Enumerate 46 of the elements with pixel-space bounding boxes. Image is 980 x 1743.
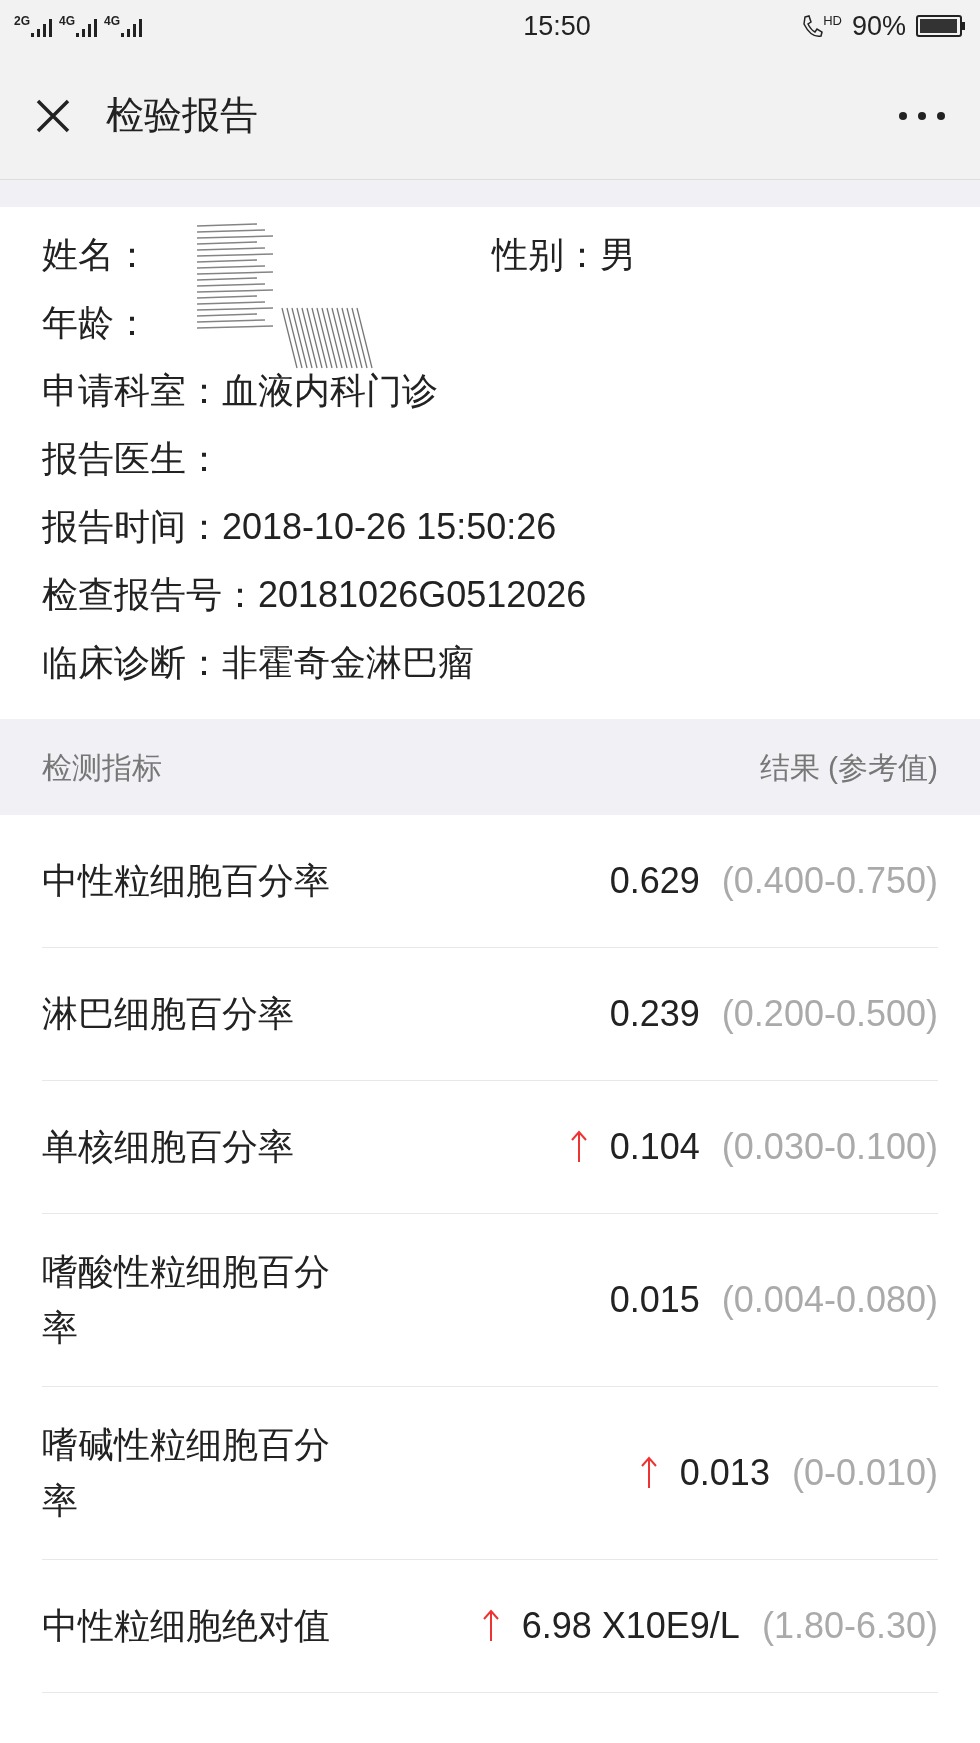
result-value: 0.015 (609, 1278, 700, 1322)
indicator-name: 嗜酸性粒细胞百分率 (42, 1250, 331, 1350)
call-label: HD (823, 14, 842, 27)
battery-percent: 90% (851, 9, 906, 43)
result-value: 0.104 (609, 1125, 700, 1169)
battery-icon (916, 14, 966, 38)
result-value: 6.98 X10E9/L (521, 1604, 740, 1648)
field-label: 报告时间： (42, 505, 222, 549)
reference-range: (0.004-0.080) (721, 1278, 938, 1322)
name-label: 姓名： (42, 233, 151, 277)
field-label: 报告医生： (42, 437, 222, 481)
indicator-name: 单核细胞百分率 (42, 1125, 295, 1169)
indicator-name: 中性粒细胞百分率 (42, 859, 331, 903)
age-label: 年龄： (42, 302, 150, 343)
indicator-name: 淋巴细胞百分率 (42, 992, 295, 1036)
column-header: 检测指标 (42, 749, 162, 786)
reference-range: (0.030-0.100) (721, 1125, 938, 1169)
signal-icon (76, 19, 99, 37)
reference-range: (0.200-0.500) (721, 992, 938, 1036)
result-value: 0.239 (609, 992, 700, 1036)
phone-icon (801, 14, 824, 38)
page-title: 检验报告 (106, 93, 259, 138)
signal-icon (31, 19, 53, 37)
more-icon[interactable] (898, 110, 946, 121)
result-value: 0.629 (609, 859, 700, 903)
field-label: 临床诊断： (42, 641, 222, 685)
network-label: 2G (14, 15, 30, 27)
gender-label: 性别： (492, 233, 600, 277)
indicator-name: 中性粒细胞绝对值 (42, 1604, 331, 1648)
field-value: 血液内科门诊 (222, 369, 438, 413)
network-label: 4G (104, 15, 121, 27)
field-value: 2018-10-26 15:50:26 (222, 505, 557, 549)
indicator-name: 嗜碱性粒细胞百分率 (42, 1423, 331, 1523)
reference-range: (0.400-0.750) (721, 859, 938, 903)
signal-icon (121, 19, 144, 37)
reference-range: (1.80-6.30) (761, 1604, 938, 1648)
field-label: 检查报告号： (42, 573, 258, 617)
field-value: 20181026G0512026 (258, 573, 587, 617)
column-header: 结果 (参考值) (759, 749, 938, 786)
gender-value: 男 (600, 233, 636, 277)
field-label: 申请科室： (42, 369, 222, 413)
network-label: 4G (59, 15, 76, 27)
clock-time: 15:50 (523, 9, 591, 43)
field-value: 非霍奇金淋巴瘤 (222, 641, 474, 685)
result-value: 0.013 (679, 1451, 770, 1495)
reference-range: (0-0.010) (791, 1451, 938, 1495)
